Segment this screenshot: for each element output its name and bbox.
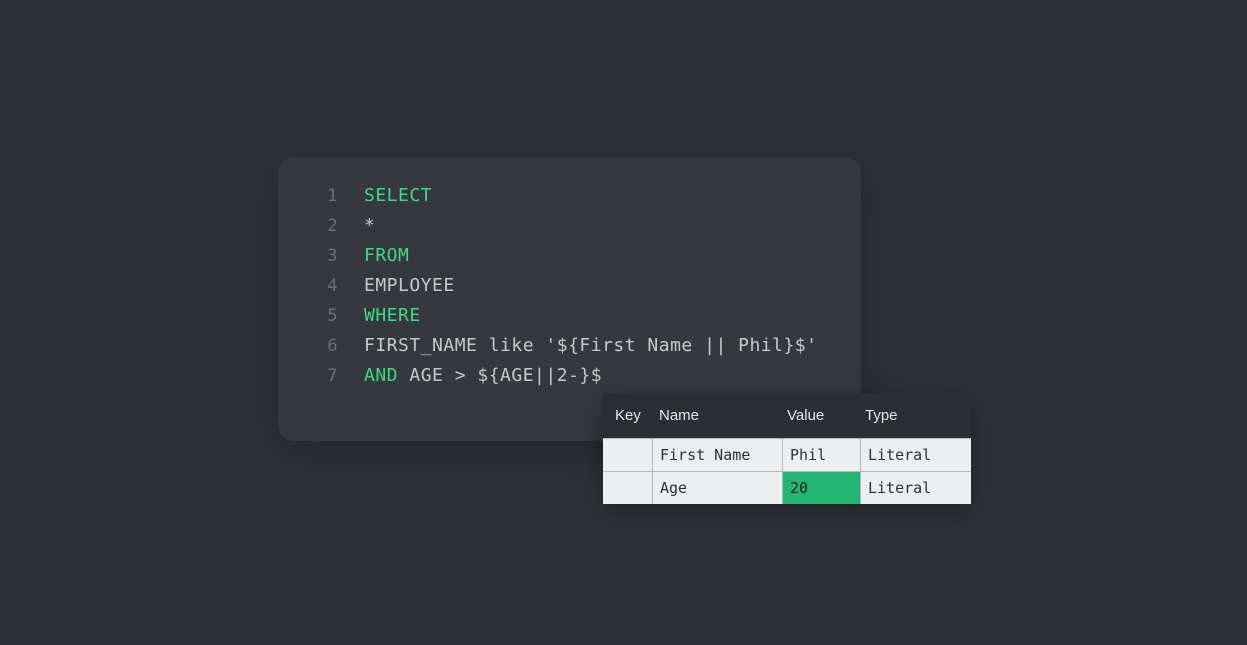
code-line: 6 FIRST_NAME like '${First Name || Phil}… — [308, 331, 831, 361]
line-number: 6 — [308, 331, 338, 361]
code-line: 2 * — [308, 211, 831, 241]
cell-type[interactable]: Literal — [861, 439, 971, 471]
main-container: 1 SELECT 2 * 3 FROM 4 EMPLOYEE 5 WHERE 6… — [0, 0, 1247, 645]
header-name[interactable]: Name — [653, 407, 781, 424]
line-number: 7 — [308, 361, 338, 391]
code-content: * — [364, 211, 375, 241]
keyword: FROM — [364, 245, 409, 266]
code-content: FIRST_NAME like '${First Name || Phil}$' — [364, 331, 817, 361]
header-key[interactable]: Key — [603, 407, 653, 424]
header-type[interactable]: Type — [859, 407, 971, 424]
cell-value[interactable]: Phil — [783, 439, 861, 471]
header-value[interactable]: Value — [781, 407, 859, 424]
cell-type[interactable]: Literal — [861, 472, 971, 504]
table-body: First Name Phil Literal Age 20 Literal — [603, 438, 971, 504]
code-line: 5 WHERE — [308, 301, 831, 331]
keyword: WHERE — [364, 305, 421, 326]
code-content: SELECT — [364, 181, 432, 211]
cell-value-highlighted[interactable]: 20 — [783, 472, 861, 504]
table-header: Key Name Value Type — [603, 393, 971, 438]
cell-name[interactable]: Age — [653, 472, 783, 504]
keyword: AND — [364, 365, 398, 386]
code-line: 3 FROM — [308, 241, 831, 271]
line-number: 5 — [308, 301, 338, 331]
code-text: AGE > ${AGE||2-}$ — [398, 365, 602, 386]
code-line: 7 AND AGE > ${AGE||2-}$ — [308, 361, 831, 391]
parameters-table: Key Name Value Type First Name Phil Lite… — [603, 393, 971, 504]
line-number: 1 — [308, 181, 338, 211]
line-number: 4 — [308, 271, 338, 301]
line-number: 2 — [308, 211, 338, 241]
table-row[interactable]: First Name Phil Literal — [603, 438, 971, 471]
code-line: 1 SELECT — [308, 181, 831, 211]
code-content: FROM — [364, 241, 409, 271]
line-number: 3 — [308, 241, 338, 271]
code-line: 4 EMPLOYEE — [308, 271, 831, 301]
code-content: AND AGE > ${AGE||2-}$ — [364, 361, 602, 391]
cell-key[interactable] — [603, 439, 653, 471]
code-content: WHERE — [364, 301, 421, 331]
code-content: EMPLOYEE — [364, 271, 455, 301]
cell-name[interactable]: First Name — [653, 439, 783, 471]
keyword: SELECT — [364, 185, 432, 206]
cell-key[interactable] — [603, 472, 653, 504]
table-row[interactable]: Age 20 Literal — [603, 471, 971, 504]
